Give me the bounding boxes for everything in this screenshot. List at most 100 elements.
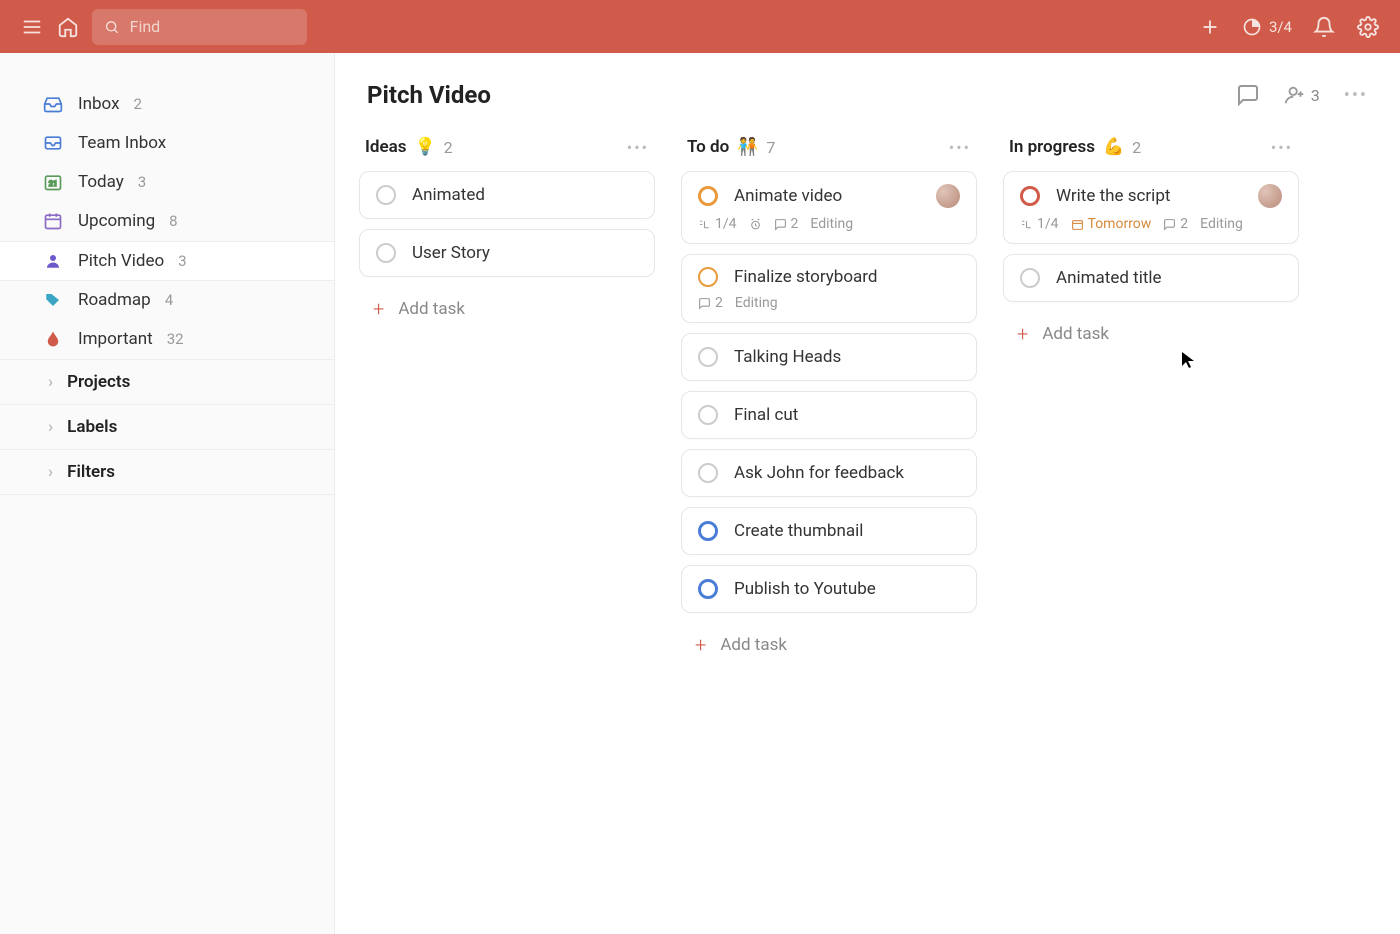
task-title: Talking Heads	[734, 347, 841, 367]
column-header: In progress 💪 2 •••	[1003, 137, 1299, 171]
search-icon	[104, 18, 120, 36]
task-card[interactable]: Talking Heads	[681, 333, 977, 381]
checkbox-ring[interactable]	[698, 186, 718, 206]
task-title: Animated title	[1056, 268, 1162, 288]
sidebar-item-count: 3	[138, 173, 146, 191]
task-card[interactable]: Write the script 1/4 Tomorrow	[1003, 171, 1299, 244]
column-title: Ideas	[365, 137, 406, 157]
calendar-icon	[1071, 218, 1084, 231]
task-title: Publish to Youtube	[734, 579, 876, 599]
task-card[interactable]: Final cut	[681, 391, 977, 439]
section-label: Labels	[67, 417, 117, 437]
main-header: Pitch Video 3 •••	[359, 81, 1376, 109]
more-icon[interactable]: •••	[949, 138, 971, 157]
more-icon[interactable]: •••	[627, 138, 649, 157]
search-input[interactable]	[130, 17, 295, 36]
search-box[interactable]	[92, 9, 307, 45]
checkbox-ring[interactable]	[698, 347, 718, 367]
sidebar-item-team-inbox[interactable]: Team Inbox	[0, 124, 334, 163]
sidebar-item-inbox[interactable]: Inbox 2	[0, 85, 334, 124]
checkbox-ring[interactable]	[698, 521, 718, 541]
user-plus-icon	[1284, 84, 1306, 106]
add-task-label: Add task	[398, 299, 465, 319]
home-icon[interactable]	[56, 15, 80, 39]
task-card[interactable]: Publish to Youtube	[681, 565, 977, 613]
sidebar-section-labels[interactable]: › Labels	[0, 404, 334, 449]
checkbox-ring[interactable]	[376, 185, 396, 205]
person-icon	[42, 252, 64, 270]
chat-icon	[774, 218, 787, 231]
comment-icon[interactable]	[1236, 83, 1260, 107]
task-card[interactable]: Create thumbnail	[681, 507, 977, 555]
gear-icon[interactable]	[1356, 15, 1380, 39]
bell-icon[interactable]	[1312, 15, 1336, 39]
task-title: Final cut	[734, 405, 798, 425]
task-title: Ask John for feedback	[734, 463, 904, 483]
sidebar-section-projects[interactable]: › Projects	[0, 359, 334, 404]
sidebar-item-count: 3	[178, 252, 186, 270]
comments-badge: 2	[774, 216, 799, 232]
tag-icon	[42, 291, 64, 309]
pie-icon	[1242, 17, 1262, 37]
task-card[interactable]: Finalize storyboard 2 Editing	[681, 254, 977, 323]
checkbox-ring[interactable]	[698, 579, 718, 599]
due-date: Tomorrow	[1071, 216, 1152, 232]
add-task-button[interactable]: + Add task	[681, 623, 977, 667]
column-ideas: Ideas 💡 2 ••• Animated User Story	[359, 137, 655, 331]
checkbox-ring[interactable]	[376, 243, 396, 263]
more-icon[interactable]: •••	[1271, 138, 1293, 157]
sidebar-item-pitch-video[interactable]: Pitch Video 3	[0, 241, 334, 281]
sidebar-item-label: Important	[78, 329, 153, 349]
task-card[interactable]: Animated title	[1003, 254, 1299, 302]
menu-icon[interactable]	[20, 15, 44, 39]
share-button[interactable]: 3	[1284, 84, 1320, 106]
add-task-label: Add task	[720, 635, 787, 655]
chat-icon	[698, 297, 711, 310]
sidebar-item-important[interactable]: Important 32	[0, 320, 334, 359]
chevron-right-icon: ›	[48, 417, 53, 437]
checkbox-ring[interactable]	[698, 463, 718, 483]
sidebar-item-label: Pitch Video	[78, 251, 164, 271]
calendar-icon	[42, 211, 64, 231]
sidebar-item-count: 4	[165, 291, 173, 309]
progress-indicator[interactable]: 3/4	[1242, 17, 1292, 37]
sidebar-item-upcoming[interactable]: Upcoming 8	[0, 202, 334, 241]
task-title: Finalize storyboard	[734, 267, 877, 287]
column-header: Ideas 💡 2 •••	[359, 137, 655, 171]
checkbox-ring[interactable]	[698, 405, 718, 425]
task-card[interactable]: Animated	[359, 171, 655, 219]
sidebar-item-today[interactable]: 21 Today 3	[0, 163, 334, 202]
column-todo: To do 🧑‍🤝‍🧑 7 ••• Animate video 1/4	[681, 137, 977, 667]
add-task-label: Add task	[1042, 324, 1109, 344]
add-task-button[interactable]: + Add task	[359, 287, 655, 331]
sidebar-item-roadmap[interactable]: Roadmap 4	[0, 281, 334, 320]
sidebar-item-label: Upcoming	[78, 211, 155, 231]
column-count: 2	[1132, 138, 1141, 157]
task-title: Write the script	[1056, 186, 1170, 206]
column-title: In progress	[1009, 137, 1095, 157]
sidebar-item-count: 2	[134, 95, 142, 113]
task-title: Animate video	[734, 186, 842, 206]
section-label: Projects	[67, 372, 130, 392]
task-title: Animated	[412, 185, 485, 205]
subtasks-icon	[1020, 218, 1033, 231]
sidebar-item-count: 8	[169, 212, 177, 230]
sidebar: Inbox 2 Team Inbox 21 Today 3 Upcoming 8…	[0, 53, 335, 934]
task-card[interactable]: Ask John for feedback	[681, 449, 977, 497]
checkbox-ring[interactable]	[1020, 186, 1040, 206]
checkbox-ring[interactable]	[698, 267, 718, 287]
sidebar-section-filters[interactable]: › Filters	[0, 449, 334, 495]
reminder-icon	[749, 218, 762, 231]
checkbox-ring[interactable]	[1020, 268, 1040, 288]
add-icon[interactable]	[1198, 15, 1222, 39]
plus-icon: +	[1017, 322, 1028, 346]
chat-icon	[1163, 218, 1176, 231]
page-title: Pitch Video	[367, 81, 491, 109]
add-task-button[interactable]: + Add task	[1003, 312, 1299, 356]
task-card[interactable]: Animate video 1/4 2	[681, 171, 977, 244]
board: Ideas 💡 2 ••• Animated User Story	[359, 137, 1376, 667]
plus-icon: +	[373, 297, 384, 321]
comments-badge: 2	[698, 295, 723, 311]
task-card[interactable]: User Story	[359, 229, 655, 277]
more-icon[interactable]: •••	[1344, 85, 1368, 106]
